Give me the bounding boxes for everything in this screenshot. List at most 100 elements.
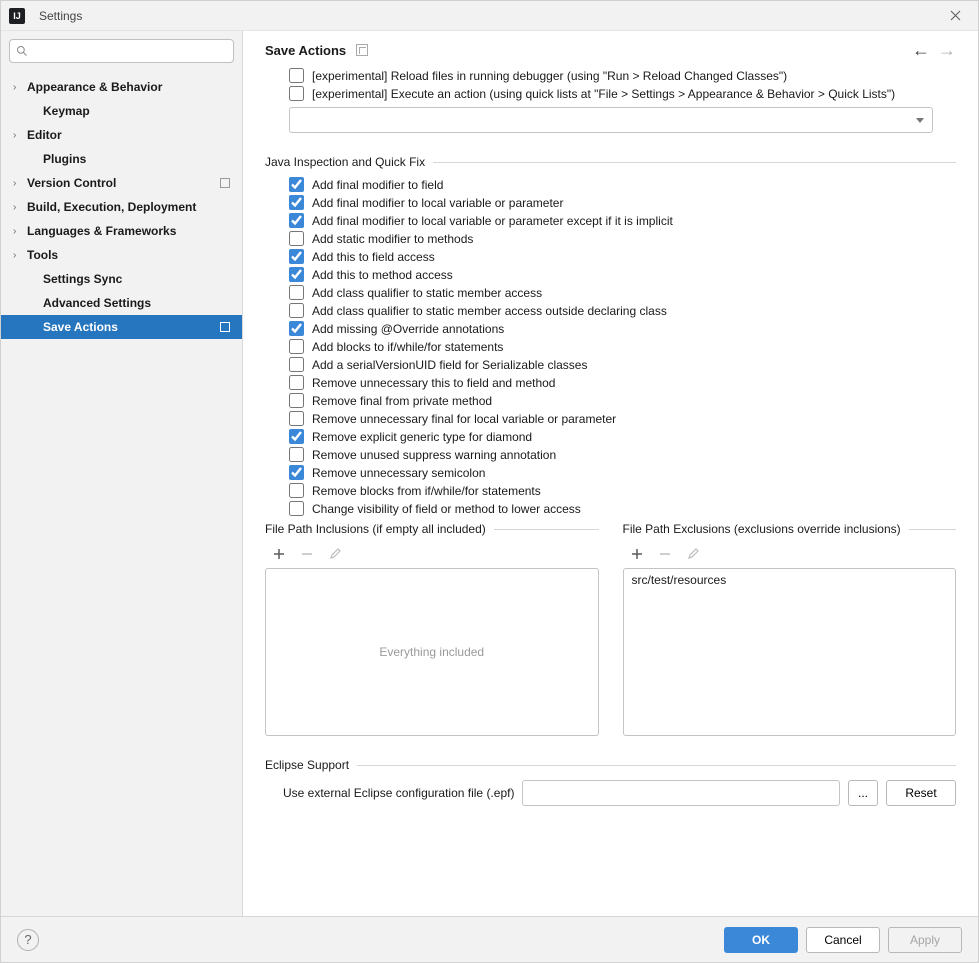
java-option-label: Remove blocks from if/while/for statemen… bbox=[312, 484, 541, 498]
exclusions-add-button[interactable] bbox=[629, 546, 645, 562]
inclusions-edit-button[interactable] bbox=[327, 546, 343, 562]
java-option-row: Change visibility of field or method to … bbox=[289, 501, 956, 516]
top-option-row: [experimental] Execute an action (using … bbox=[289, 86, 956, 101]
java-option-checkbox[interactable] bbox=[289, 285, 304, 300]
inclusions-list[interactable]: Everything included bbox=[265, 568, 599, 736]
chevron-right-icon: › bbox=[13, 226, 23, 237]
sidebar-item-label: Keymap bbox=[43, 104, 90, 118]
sidebar-item[interactable]: ›Appearance & Behavior bbox=[1, 75, 242, 99]
java-option-checkbox[interactable] bbox=[289, 321, 304, 336]
top-option-checkbox[interactable] bbox=[289, 68, 304, 83]
sidebar-item[interactable]: ›Editor bbox=[1, 123, 242, 147]
footer: ? OK Cancel Apply bbox=[1, 916, 978, 962]
java-option-row: Add final modifier to field bbox=[289, 177, 956, 192]
search-input[interactable] bbox=[28, 44, 227, 58]
java-option-row: Add this to field access bbox=[289, 249, 956, 264]
sidebar-item-label: Languages & Frameworks bbox=[27, 224, 176, 238]
sidebar-item[interactable]: ›Build, Execution, Deployment bbox=[1, 195, 242, 219]
java-option-checkbox[interactable] bbox=[289, 267, 304, 282]
java-option-label: Remove unnecessary semicolon bbox=[312, 466, 485, 480]
java-option-checkbox[interactable] bbox=[289, 393, 304, 408]
help-button[interactable]: ? bbox=[17, 929, 39, 951]
section-java-title: Java Inspection and Quick Fix bbox=[265, 155, 956, 169]
java-option-checkbox[interactable] bbox=[289, 177, 304, 192]
java-option-label: Add blocks to if/while/for statements bbox=[312, 340, 503, 354]
quick-list-combo[interactable] bbox=[289, 107, 933, 133]
java-option-label: Remove final from private method bbox=[312, 394, 492, 408]
sidebar-item[interactable]: Plugins bbox=[1, 147, 242, 171]
nav-back-icon[interactable]: ← bbox=[912, 41, 930, 59]
chevron-right-icon: › bbox=[13, 130, 23, 141]
sidebar-item[interactable]: Save Actions bbox=[1, 315, 242, 339]
java-option-row: Add a serialVersionUID field for Seriali… bbox=[289, 357, 956, 372]
java-option-row: Add static modifier to methods bbox=[289, 231, 956, 246]
java-option-checkbox[interactable] bbox=[289, 339, 304, 354]
java-option-checkbox[interactable] bbox=[289, 249, 304, 264]
eclipse-browse-button[interactable]: ... bbox=[848, 780, 878, 806]
java-option-label: Add final modifier to local variable or … bbox=[312, 214, 673, 228]
java-option-row: Add blocks to if/while/for statements bbox=[289, 339, 956, 354]
eclipse-field-label: Use external Eclipse configuration file … bbox=[283, 786, 514, 800]
eclipse-path-input[interactable] bbox=[522, 780, 840, 806]
exclusions-list[interactable]: src/test/resources bbox=[623, 568, 957, 736]
eclipse-reset-button[interactable]: Reset bbox=[886, 780, 956, 806]
java-option-row: Remove blocks from if/while/for statemen… bbox=[289, 483, 956, 498]
java-option-label: Add class qualifier to static member acc… bbox=[312, 304, 667, 318]
java-option-checkbox[interactable] bbox=[289, 465, 304, 480]
close-icon bbox=[950, 10, 961, 21]
java-option-checkbox[interactable] bbox=[289, 303, 304, 318]
sidebar-item-label: Advanced Settings bbox=[43, 296, 151, 310]
sidebar-item[interactable]: Settings Sync bbox=[1, 267, 242, 291]
java-option-row: Add this to method access bbox=[289, 267, 956, 282]
inclusions-remove-button[interactable] bbox=[299, 546, 315, 562]
java-option-checkbox[interactable] bbox=[289, 213, 304, 228]
sidebar-item-label: Save Actions bbox=[43, 320, 118, 334]
modified-indicator-icon bbox=[220, 322, 230, 332]
sidebar-item[interactable]: ›Version Control bbox=[1, 171, 242, 195]
search-input-wrap[interactable] bbox=[9, 39, 234, 63]
inclusions-panel: File Path Inclusions (if empty all inclu… bbox=[265, 522, 599, 736]
top-option-row: [experimental] Reload files in running d… bbox=[289, 68, 956, 83]
java-option-checkbox[interactable] bbox=[289, 447, 304, 462]
close-button[interactable] bbox=[940, 1, 970, 31]
java-option-checkbox[interactable] bbox=[289, 231, 304, 246]
java-option-checkbox[interactable] bbox=[289, 483, 304, 498]
java-option-label: Change visibility of field or method to … bbox=[312, 502, 581, 516]
nav-forward-icon[interactable]: → bbox=[938, 41, 956, 59]
content: ›Appearance & Behavior Keymap ›EditorPlugi… bbox=[1, 31, 978, 916]
sidebar-item-label: Tools bbox=[27, 248, 58, 262]
exclusions-toolbar bbox=[623, 542, 957, 568]
apply-button[interactable]: Apply bbox=[888, 927, 962, 953]
sidebar-item[interactable]: Advanced Settings bbox=[1, 291, 242, 315]
java-option-checkbox[interactable] bbox=[289, 195, 304, 210]
java-option-label: Add a serialVersionUID field for Seriali… bbox=[312, 358, 587, 372]
ok-button[interactable]: OK bbox=[724, 927, 798, 953]
inclusions-toolbar bbox=[265, 542, 599, 568]
java-option-checkbox[interactable] bbox=[289, 411, 304, 426]
modified-indicator-icon bbox=[220, 178, 230, 188]
list-item[interactable]: src/test/resources bbox=[632, 573, 948, 587]
java-option-checkbox[interactable] bbox=[289, 429, 304, 444]
sidebar-item[interactable]: ›Tools bbox=[1, 243, 242, 267]
main-body: [experimental] Reload files in running d… bbox=[243, 65, 978, 916]
app-icon: IJ bbox=[9, 8, 25, 24]
exclusions-panel: File Path Exclusions (exclusions overrid… bbox=[623, 522, 957, 736]
java-option-row: Remove unnecessary this to field and met… bbox=[289, 375, 956, 390]
eclipse-row: Use external Eclipse configuration file … bbox=[283, 780, 956, 806]
cancel-button[interactable]: Cancel bbox=[806, 927, 880, 953]
inclusions-add-button[interactable] bbox=[271, 546, 287, 562]
sidebar-item[interactable]: › Languages & Frameworks bbox=[1, 219, 242, 243]
java-option-label: Add final modifier to local variable or … bbox=[312, 196, 563, 210]
java-option-checkbox[interactable] bbox=[289, 357, 304, 372]
top-option-checkbox[interactable] bbox=[289, 86, 304, 101]
java-option-checkbox[interactable] bbox=[289, 375, 304, 390]
java-option-row: Remove explicit generic type for diamond bbox=[289, 429, 956, 444]
reset-icon[interactable] bbox=[356, 44, 368, 56]
java-option-label: Add class qualifier to static member acc… bbox=[312, 286, 542, 300]
sidebar-item[interactable]: Keymap bbox=[1, 99, 242, 123]
exclusions-edit-button[interactable] bbox=[685, 546, 701, 562]
java-option-label: Remove unused suppress warning annotatio… bbox=[312, 448, 556, 462]
exclusions-remove-button[interactable] bbox=[657, 546, 673, 562]
sidebar-item-label: Build, Execution, Deployment bbox=[27, 200, 196, 214]
java-option-checkbox[interactable] bbox=[289, 501, 304, 516]
